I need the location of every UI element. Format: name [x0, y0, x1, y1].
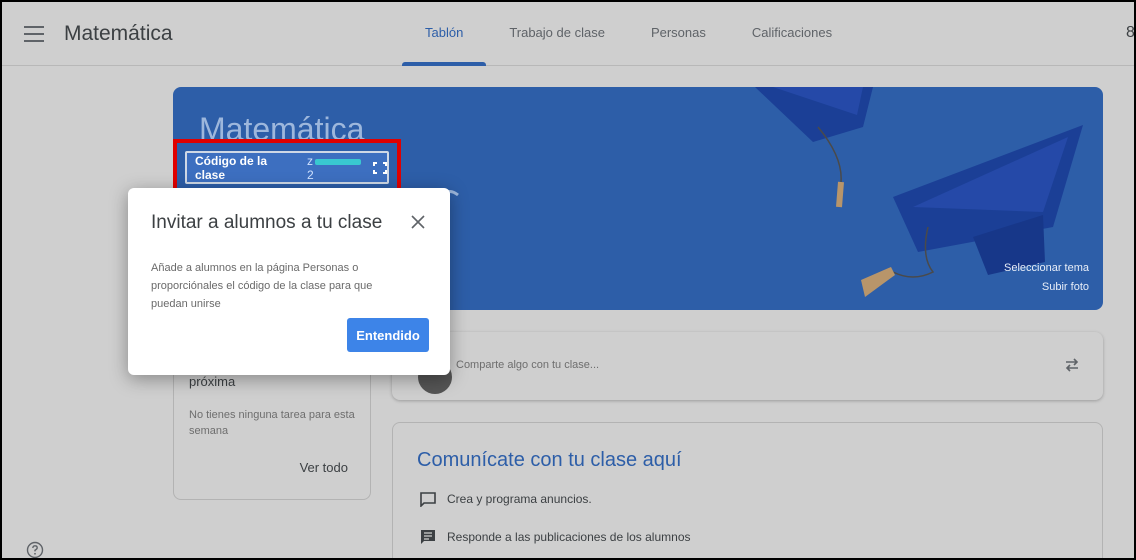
class-code-value: z2 — [307, 154, 368, 182]
top-bar: Matemática Tablón Trabajo de clase Perso… — [2, 2, 1134, 66]
settings-icon[interactable]: 8 — [1126, 24, 1134, 42]
share-input[interactable]: Comparte algo con tu clase... — [456, 359, 599, 371]
tab-stream[interactable]: Tablón — [402, 2, 487, 66]
upcoming-heading: próxima — [189, 374, 236, 389]
redaction-blur — [315, 158, 362, 165]
communicate-item: Crea y programa anuncios. — [419, 491, 592, 507]
communicate-title: Comunícate con tu clase aquí — [417, 449, 682, 471]
repost-icon[interactable] — [1063, 356, 1081, 374]
class-title[interactable]: Matemática — [64, 22, 173, 46]
class-tabs: Tablón Trabajo de clase Personas Calific… — [402, 2, 855, 66]
class-code-chip[interactable]: Código de la clase z2 — [185, 151, 389, 184]
share-box[interactable]: Comparte algo con tu clase... — [392, 332, 1103, 400]
upload-photo-link[interactable]: Subir foto — [1042, 281, 1089, 293]
menu-icon[interactable] — [24, 26, 44, 42]
comment-icon — [420, 492, 436, 507]
tab-classwork[interactable]: Trabajo de clase — [486, 2, 628, 66]
upcoming-empty-text: No tienes ninguna tarea para esta semana — [189, 409, 355, 437]
help-icon[interactable] — [26, 541, 44, 559]
view-all-link[interactable]: Ver todo — [300, 460, 348, 475]
class-code-label: Código de la clase — [195, 153, 267, 182]
dialog-title: Invitar a alumnos a tu clase — [151, 212, 383, 233]
close-icon[interactable] — [408, 212, 428, 232]
communicate-item-text: Crea y programa anuncios. — [447, 492, 592, 506]
tab-people[interactable]: Personas — [628, 2, 729, 66]
communicate-card: Comunícate con tu clase aquí Crea y prog… — [392, 422, 1103, 558]
tab-grades[interactable]: Calificaciones — [729, 2, 855, 66]
fullscreen-icon[interactable] — [373, 161, 387, 174]
feedback-icon — [421, 530, 435, 544]
got-it-button[interactable]: Entendido — [347, 318, 429, 352]
dialog-body: Añade a alumnos en la página Personas o … — [151, 262, 373, 310]
app-window: Matemática Tablón Trabajo de clase Perso… — [0, 0, 1136, 560]
communicate-item: Responde a las publicaciones de los alum… — [419, 529, 691, 545]
select-theme-link[interactable]: Seleccionar tema — [1004, 262, 1089, 274]
communicate-item-text: Responde a las publicaciones de los alum… — [447, 530, 691, 544]
invite-students-dialog: Invitar a alumnos a tu clase Añade a alu… — [128, 188, 450, 375]
